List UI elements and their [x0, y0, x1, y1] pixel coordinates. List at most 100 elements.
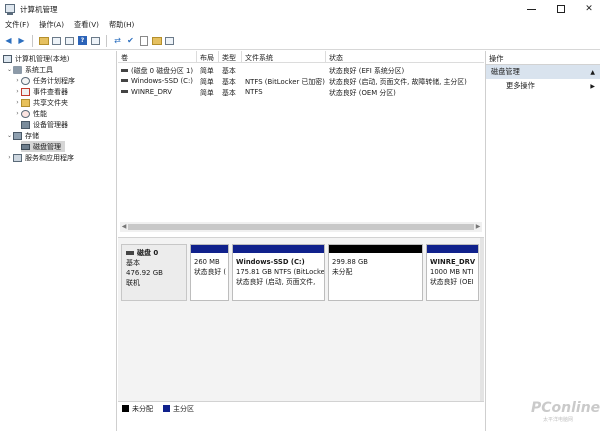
partition-windows[interactable]: Windows-SSD (C:) 175.81 GB NTFS (BitLock…	[232, 244, 325, 301]
partition-efi[interactable]: 260 MB 状态良好 (	[190, 244, 229, 301]
column-header-filesystem[interactable]: 文件系统	[242, 51, 326, 62]
maximize-button[interactable]	[546, 0, 576, 18]
document-icon[interactable]	[138, 35, 149, 46]
forward-arrow-icon[interactable]: ▶	[16, 35, 27, 46]
menu-help[interactable]: 帮助(H)	[104, 18, 139, 32]
disk-info-card[interactable]: 磁盘 0 基本 476.92 GB 联机	[121, 244, 187, 301]
services-icon	[13, 153, 22, 162]
disk-name: 磁盘 0	[137, 249, 159, 257]
navigation-tree: 计算机管理(本地) ⌄ 系统工具 › 任务计划程序 › 事件查看器 › 共享文件…	[0, 51, 117, 431]
window-title: 计算机管理	[20, 5, 58, 14]
volume-row[interactable]: (磁盘 0 磁盘分区 1) 简单 基本 状态良好 (EFI 系统分区)	[118, 64, 484, 75]
maximize-icon	[557, 5, 565, 13]
toolbar: ◀ ▶ ? ⇄ ✔	[0, 32, 600, 50]
more-actions-label: 更多操作	[506, 81, 535, 90]
minimize-button[interactable]	[516, 0, 546, 18]
toolbar-separator	[32, 34, 33, 47]
clock-icon	[21, 76, 30, 85]
submenu-arrow-icon: ▶	[590, 82, 595, 90]
tree-item-label: 计算机管理(本地)	[15, 54, 70, 63]
actions-section-disk-management[interactable]: 磁盘管理 ▲	[486, 65, 600, 79]
disk-icon	[126, 251, 134, 255]
chevron-right-icon[interactable]: ›	[6, 154, 13, 161]
disk-icon	[21, 143, 30, 150]
help-icon[interactable]: ?	[77, 35, 88, 46]
volume-layout: 简单	[200, 88, 214, 97]
partition-size: 175.81 GB NTFS (BitLocke	[236, 268, 324, 276]
legend-swatch	[122, 405, 129, 412]
legend-label: 未分配	[132, 404, 153, 413]
volume-row[interactable]: WINRE_DRV 简单 基本 NTFS 状态良好 (OEM 分区)	[118, 86, 484, 97]
title-bar: 计算机管理 ✕	[0, 0, 600, 18]
partition-winre[interactable]: WINRE_DRV 1000 MB NTI 状态良好 (OEI	[426, 244, 479, 301]
horizontal-scrollbar[interactable]: ◀ ▶	[120, 222, 482, 232]
partition-status: 状态良好 (OEI	[430, 278, 474, 286]
tree-item-services[interactable]: › 服务和应用程序	[6, 152, 74, 163]
tree-item-task-scheduler[interactable]: › 任务计划程序	[14, 75, 75, 86]
connect-icon[interactable]: ⇄	[112, 35, 123, 46]
tree-item-label: 磁盘管理	[33, 142, 61, 151]
show-hide-action-pane-icon[interactable]	[90, 35, 101, 46]
legend-swatch	[163, 405, 170, 412]
actions-pane: 操作 磁盘管理 ▲ 更多操作 ▶	[485, 51, 600, 431]
tree-item-performance[interactable]: › 性能	[14, 108, 47, 119]
close-button[interactable]: ✕	[574, 0, 600, 18]
volume-layout: 简单	[200, 66, 214, 75]
scroll-right-icon[interactable]: ▶	[474, 222, 482, 232]
watermark-subtitle: 太平洋电脑网	[543, 417, 574, 423]
chevron-right-icon[interactable]: ›	[14, 99, 21, 106]
tree-item-device-manager[interactable]: 设备管理器	[21, 119, 68, 130]
volume-icon	[121, 69, 128, 72]
tree-item-label: 事件查看器	[33, 87, 68, 96]
vertical-scrollbar[interactable]	[480, 238, 484, 402]
volume-name: Windows-SSD (C:)	[131, 76, 193, 85]
chevron-right-icon[interactable]: ›	[14, 77, 21, 84]
tree-item-system-tools[interactable]: ⌄ 系统工具	[6, 64, 53, 75]
chevron-down-icon[interactable]: ⌄	[6, 132, 13, 139]
scrollbar-thumb[interactable]	[128, 224, 474, 230]
check-icon[interactable]: ✔	[125, 35, 136, 46]
tree-item-label: 服务和应用程序	[25, 153, 74, 162]
column-header-type[interactable]: 类型	[219, 51, 242, 62]
partition-status: 未分配	[332, 268, 353, 276]
up-folder-icon[interactable]	[38, 35, 49, 46]
legend-label: 主分区	[173, 404, 194, 413]
column-header-volume[interactable]: 卷	[118, 51, 197, 62]
partition-status: 状态良好 (启动, 页面文件,	[236, 278, 316, 286]
chevron-down-icon[interactable]: ⌄	[6, 66, 13, 73]
toolbar-separator	[106, 34, 107, 47]
properties-icon[interactable]	[64, 35, 75, 46]
computer-icon	[3, 54, 12, 63]
volume-name: WINRE_DRV	[131, 87, 173, 96]
column-header-layout[interactable]: 布局	[197, 51, 219, 62]
actions-section-label: 磁盘管理	[491, 67, 520, 76]
show-hide-tree-icon[interactable]	[51, 35, 62, 46]
volume-list-header: 卷 布局 类型 文件系统 状态	[118, 51, 484, 63]
tree-item-label: 设备管理器	[33, 120, 68, 129]
menu-view[interactable]: 查看(V)	[69, 18, 104, 32]
partition-title: WINRE_DRV	[430, 258, 476, 266]
tree-item-root[interactable]: 计算机管理(本地)	[3, 53, 69, 64]
volume-type: 基本	[222, 88, 236, 97]
chevron-right-icon[interactable]: ›	[14, 88, 21, 95]
tree-item-shared-folders[interactable]: › 共享文件夹	[14, 97, 68, 108]
tree-item-disk-management[interactable]: 磁盘管理	[21, 141, 65, 152]
back-arrow-icon[interactable]: ◀	[3, 35, 14, 46]
menu-file[interactable]: 文件(F)	[0, 18, 34, 32]
partition-color-bar	[329, 245, 422, 253]
minimize-icon	[526, 8, 536, 10]
menu-action[interactable]: 操作(A)	[34, 18, 69, 32]
disk-status: 联机	[126, 279, 140, 287]
tree-item-storage[interactable]: ⌄ 存储	[6, 130, 39, 141]
scroll-left-icon[interactable]: ◀	[120, 222, 128, 232]
collapse-up-icon[interactable]: ▲	[590, 69, 595, 76]
column-header-status[interactable]: 状态	[326, 51, 484, 62]
chevron-right-icon[interactable]: ›	[14, 110, 21, 117]
tree-item-event-viewer[interactable]: › 事件查看器	[14, 86, 68, 97]
more-actions-item[interactable]: 更多操作 ▶	[486, 79, 600, 93]
list-view-icon[interactable]	[164, 35, 175, 46]
partition-color-bar	[233, 245, 324, 253]
folder-icon[interactable]	[151, 35, 162, 46]
volume-row[interactable]: Windows-SSD (C:) 简单 基本 NTFS (BitLocker 已…	[118, 75, 484, 86]
partition-unallocated[interactable]: 299.88 GB 未分配	[328, 244, 423, 301]
